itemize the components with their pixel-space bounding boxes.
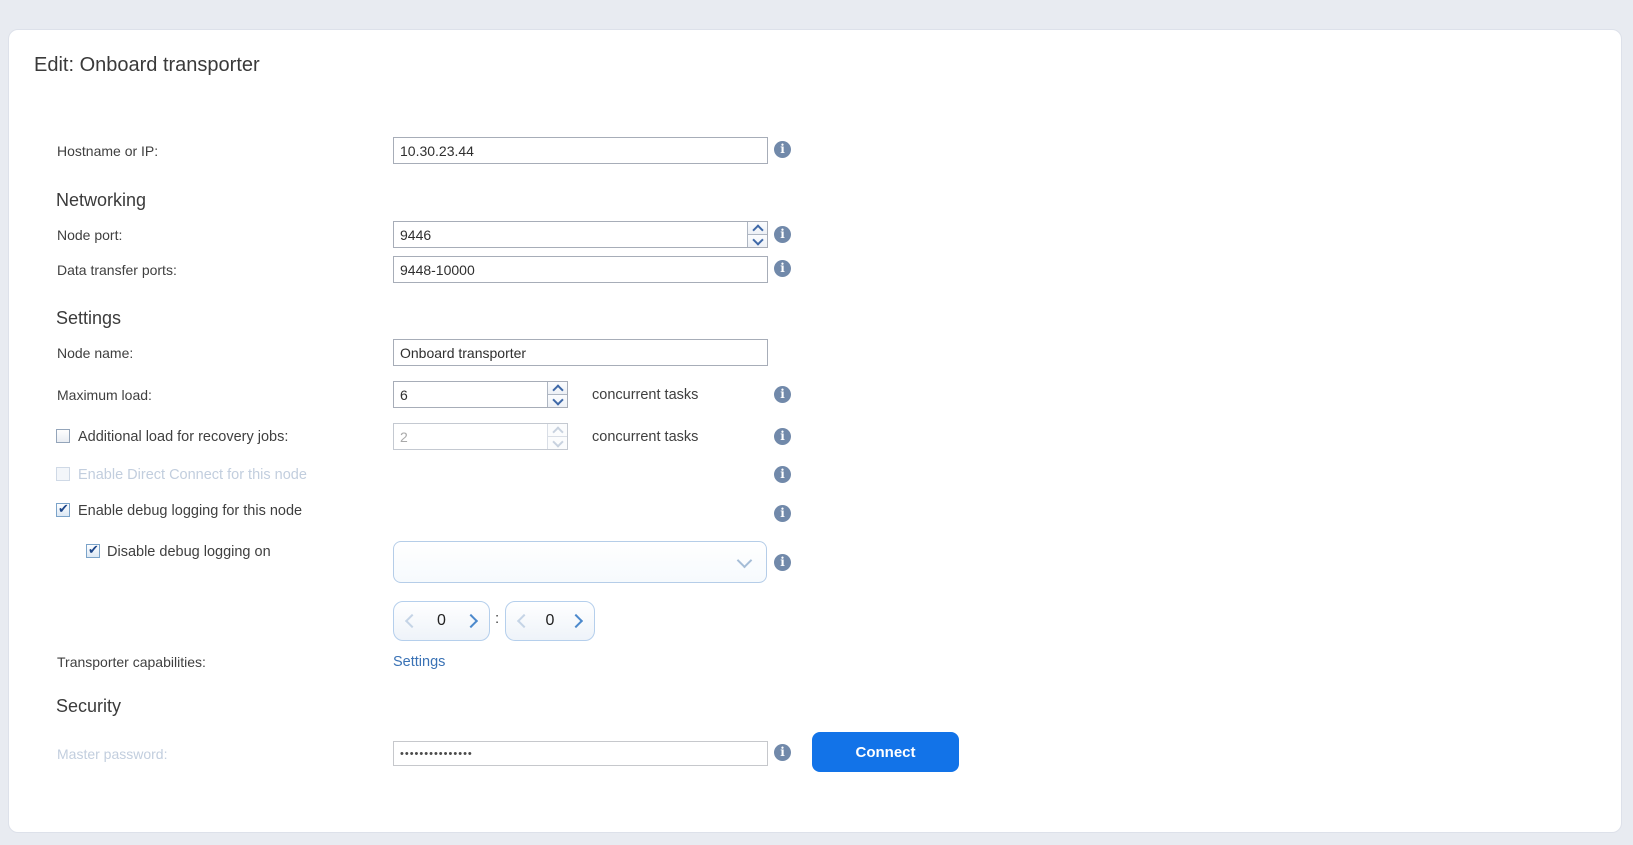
section-heading-networking: Networking (56, 190, 146, 211)
data-transfer-ports-input[interactable] (393, 256, 768, 283)
node-port-info-icon[interactable]: i (774, 226, 791, 243)
data-transfer-ports-label: Data transfer ports: (57, 262, 177, 278)
maximum-load-decrement-button[interactable] (548, 395, 567, 407)
info-icon-glyph: i (780, 260, 785, 277)
maximum-load-input[interactable] (393, 381, 568, 408)
chevron-down-icon (737, 552, 753, 568)
hostname-label: Hostname or IP: (57, 143, 158, 159)
master-password-info-icon[interactable]: i (774, 744, 791, 761)
time-separator: : (495, 610, 499, 627)
debug-logging-info-icon[interactable]: i (774, 505, 791, 522)
hours-decrement-button[interactable] (405, 614, 419, 628)
additional-load-stepper (393, 423, 568, 450)
additional-load-checkbox[interactable] (56, 429, 70, 443)
section-heading-security: Security (56, 696, 121, 717)
hours-increment-button[interactable] (464, 614, 478, 628)
maximum-load-spinner (547, 382, 567, 407)
node-name-input[interactable] (393, 339, 768, 366)
node-port-spinner (747, 222, 767, 247)
transporter-capabilities-settings-link[interactable]: Settings (393, 654, 445, 670)
additional-load-spinner (547, 424, 567, 449)
direct-connect-checkbox (56, 467, 70, 481)
section-heading-settings: Settings (56, 308, 121, 329)
maximum-load-label: Maximum load: (57, 387, 152, 403)
hostname-input[interactable] (393, 137, 768, 164)
debug-logging-label[interactable]: Enable debug logging for this node (78, 503, 302, 519)
connect-button[interactable]: Connect (812, 732, 959, 772)
info-icon-glyph: i (780, 386, 785, 403)
hostname-info-icon[interactable]: i (774, 141, 791, 158)
info-icon-glyph: i (780, 744, 785, 761)
minutes-decrement-button[interactable] (517, 614, 531, 628)
node-port-decrement-button[interactable] (748, 235, 767, 247)
minutes-stepper: 0 (505, 601, 595, 641)
chevron-down-icon (752, 234, 763, 245)
dialog-title: Edit: Onboard transporter (34, 54, 260, 77)
disable-debug-logging-label[interactable]: Disable debug logging on (107, 544, 271, 560)
info-icon-glyph: i (780, 141, 785, 158)
info-icon-glyph: i (780, 466, 785, 483)
additional-load-unit: concurrent tasks (592, 429, 698, 445)
minutes-value: 0 (546, 612, 555, 630)
chevron-down-icon (552, 436, 563, 447)
info-icon-glyph: i (780, 505, 785, 522)
debug-logging-checkbox[interactable] (56, 503, 70, 517)
transporter-capabilities-label: Transporter capabilities: (57, 654, 206, 670)
page-background: Edit: Onboard transporter Hostname or IP… (0, 0, 1633, 845)
maximum-load-stepper (393, 381, 568, 408)
node-port-label: Node port: (57, 227, 122, 243)
additional-load-decrement-button (548, 437, 567, 449)
master-password-label: Master password: (57, 746, 167, 762)
disable-debug-date-dropdown[interactable] (393, 541, 767, 583)
additional-load-label[interactable]: Additional load for recovery jobs: (78, 429, 288, 445)
master-password-input[interactable] (393, 741, 768, 766)
info-icon-glyph: i (780, 428, 785, 445)
data-transfer-ports-info-icon[interactable]: i (774, 260, 791, 277)
info-icon-glyph: i (780, 226, 785, 243)
minutes-increment-button[interactable] (569, 614, 583, 628)
additional-load-info-icon[interactable]: i (774, 428, 791, 445)
node-name-label: Node name: (57, 345, 133, 361)
disable-debug-logging-checkbox[interactable] (86, 544, 100, 558)
hours-stepper: 0 (393, 601, 490, 641)
maximum-load-info-icon[interactable]: i (774, 386, 791, 403)
chevron-down-icon (552, 394, 563, 405)
additional-load-input (393, 423, 568, 450)
hours-value: 0 (437, 612, 446, 630)
disable-debug-logging-info-icon[interactable]: i (774, 554, 791, 571)
direct-connect-info-icon[interactable]: i (774, 466, 791, 483)
node-port-stepper (393, 221, 768, 248)
direct-connect-label: Enable Direct Connect for this node (78, 467, 307, 483)
maximum-load-unit: concurrent tasks (592, 387, 698, 403)
node-port-input[interactable] (393, 221, 768, 248)
info-icon-glyph: i (780, 554, 785, 571)
